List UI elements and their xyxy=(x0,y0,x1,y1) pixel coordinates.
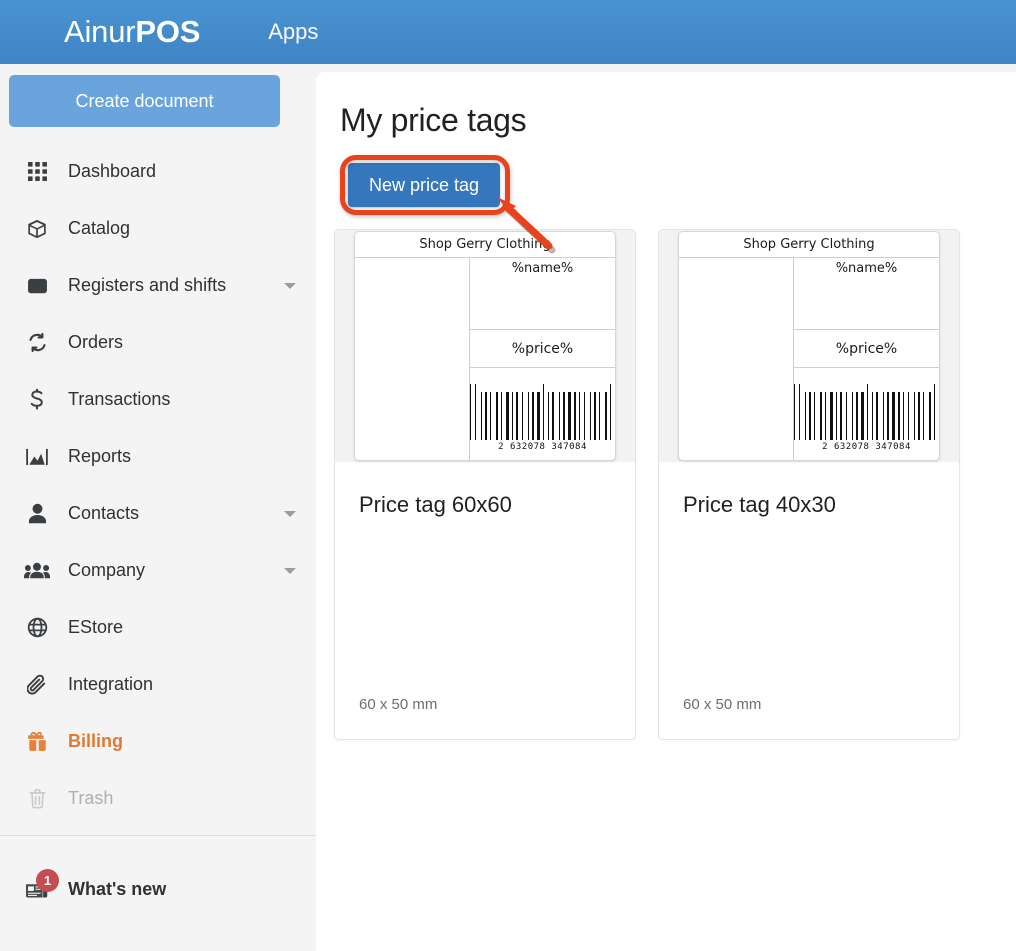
sidebar-item-label: Registers and shifts xyxy=(68,275,227,295)
price-tag-card[interactable]: Shop Gerry Clothing %name% %price% 2 632… xyxy=(658,229,960,740)
sidebar-divider xyxy=(0,835,316,836)
new-price-tag-area: New price tag xyxy=(340,155,556,254)
sidebar: Create document Dashboard Catalog Regist… xyxy=(0,64,316,951)
sidebar-item-label: Orders xyxy=(68,332,124,352)
tag-name-placeholder: %name% xyxy=(470,258,615,330)
app-header: AinurPOS Apps xyxy=(0,0,1016,64)
trash-icon xyxy=(23,787,51,811)
sidebar-item-company[interactable]: Company xyxy=(0,542,316,599)
price-tag-preview: Shop Gerry Clothing %name% %price% 2 632… xyxy=(659,230,959,462)
app-root: AinurPOS Apps Create document Dashboard xyxy=(0,0,1016,951)
barcode-bars xyxy=(470,384,615,440)
sidebar-item-label: Dashboard xyxy=(68,161,157,181)
sidebar-item-label: EStore xyxy=(68,617,124,637)
people-icon xyxy=(23,559,51,583)
tag-right-column: %name% %price% 2 632078 347084 xyxy=(470,258,615,460)
brand-logo-light: Ainur xyxy=(64,14,136,49)
grid-icon xyxy=(23,160,51,184)
sidebar-item-label: Trash xyxy=(68,788,114,808)
sidebar-menu: Dashboard Catalog Registers and shifts O… xyxy=(0,143,316,827)
price-tag-card-title: Price tag 40x30 xyxy=(683,492,836,517)
refresh-icon xyxy=(23,331,51,355)
tag-body: %name% %price% 2 632078 347084 xyxy=(355,258,615,460)
page-title: My price tags xyxy=(340,102,527,138)
sidebar-item-catalog[interactable]: Catalog xyxy=(0,200,316,257)
tag-left-column xyxy=(679,258,794,460)
price-tag-card[interactable]: Shop Gerry Clothing %name% %price% 2 632… xyxy=(334,229,636,740)
price-tag-render: Shop Gerry Clothing %name% %price% 2 632… xyxy=(678,231,940,461)
tag-barcode: 2 632078 347084 xyxy=(794,368,939,460)
person-icon xyxy=(23,502,51,526)
sidebar-item-contacts[interactable]: Contacts xyxy=(0,485,316,542)
sidebar-item-label: Contacts xyxy=(68,503,140,523)
chevron-down-icon[interactable] xyxy=(284,567,296,574)
sidebar-item-integration[interactable]: Integration xyxy=(0,656,316,713)
inbox-icon xyxy=(23,274,51,298)
tag-price-placeholder: %price% xyxy=(470,330,615,368)
sidebar-item-orders[interactable]: Orders xyxy=(0,314,316,371)
gift-icon xyxy=(23,730,51,754)
price-tag-render: Shop Gerry Clothing %name% %price% 2 632… xyxy=(354,231,616,461)
price-tag-card-list: Shop Gerry Clothing %name% %price% 2 632… xyxy=(334,229,1016,740)
brand-logo-bold: POS xyxy=(135,14,201,49)
tag-barcode: 2 632078 347084 xyxy=(470,368,615,460)
sidebar-item-label: Catalog xyxy=(68,218,131,238)
sidebar-item-transactions[interactable]: Transactions xyxy=(0,371,316,428)
whats-new-badge: 1 xyxy=(36,869,59,892)
tag-right-column: %name% %price% 2 632078 347084 xyxy=(794,258,939,460)
tag-shop-name: Shop Gerry Clothing xyxy=(679,232,939,258)
chevron-down-icon[interactable] xyxy=(284,282,296,289)
sidebar-item-label: Transactions xyxy=(68,389,171,409)
chevron-down-icon[interactable] xyxy=(284,510,296,517)
sidebar-item-estore[interactable]: EStore xyxy=(0,599,316,656)
sidebar-item-label: Integration xyxy=(68,674,154,694)
tag-body: %name% %price% 2 632078 347084 xyxy=(679,258,939,460)
main-content: My price tags New price tag Shop Gerry C… xyxy=(316,72,1016,951)
barcode-digits: 2 632078 347084 xyxy=(498,442,587,452)
price-tag-card-title: Price tag 60x60 xyxy=(359,492,512,517)
sidebar-item-billing[interactable]: Billing xyxy=(0,713,316,770)
price-tag-card-size: 60 x 50 mm xyxy=(683,696,762,713)
tag-shop-name: Shop Gerry Clothing xyxy=(355,232,615,258)
sidebar-item-whats-new[interactable]: 1 What's new xyxy=(0,861,316,918)
paperclip-icon xyxy=(23,673,51,697)
sidebar-item-dashboard[interactable]: Dashboard xyxy=(0,143,316,200)
chart-icon xyxy=(23,445,51,469)
tag-left-column xyxy=(355,258,470,460)
sidebar-item-registers-and-shifts[interactable]: Registers and shifts xyxy=(0,257,316,314)
sidebar-item-label: Company xyxy=(68,560,146,580)
price-tag-card-size: 60 x 50 mm xyxy=(359,696,438,713)
sidebar-item-trash[interactable]: Trash xyxy=(0,770,316,827)
barcode-bars xyxy=(794,384,939,440)
new-price-tag-button[interactable]: New price tag xyxy=(348,163,500,207)
sidebar-item-label: Reports xyxy=(68,446,132,466)
barcode-digits: 2 632078 347084 xyxy=(822,442,911,452)
price-tag-preview: Shop Gerry Clothing %name% %price% 2 632… xyxy=(335,230,635,462)
dollar-icon xyxy=(23,388,51,412)
globe-icon xyxy=(23,616,51,640)
create-document-button[interactable]: Create document xyxy=(9,75,280,127)
tag-name-placeholder: %name% xyxy=(794,258,939,330)
sidebar-item-label: What's new xyxy=(68,879,167,899)
sidebar-item-label: Billing xyxy=(68,731,123,751)
brand-logo[interactable]: AinurPOS xyxy=(64,14,200,50)
sidebar-item-reports[interactable]: Reports xyxy=(0,428,316,485)
box-icon xyxy=(23,217,51,241)
nav-link-apps[interactable]: Apps xyxy=(268,19,318,45)
tag-price-placeholder: %price% xyxy=(794,330,939,368)
